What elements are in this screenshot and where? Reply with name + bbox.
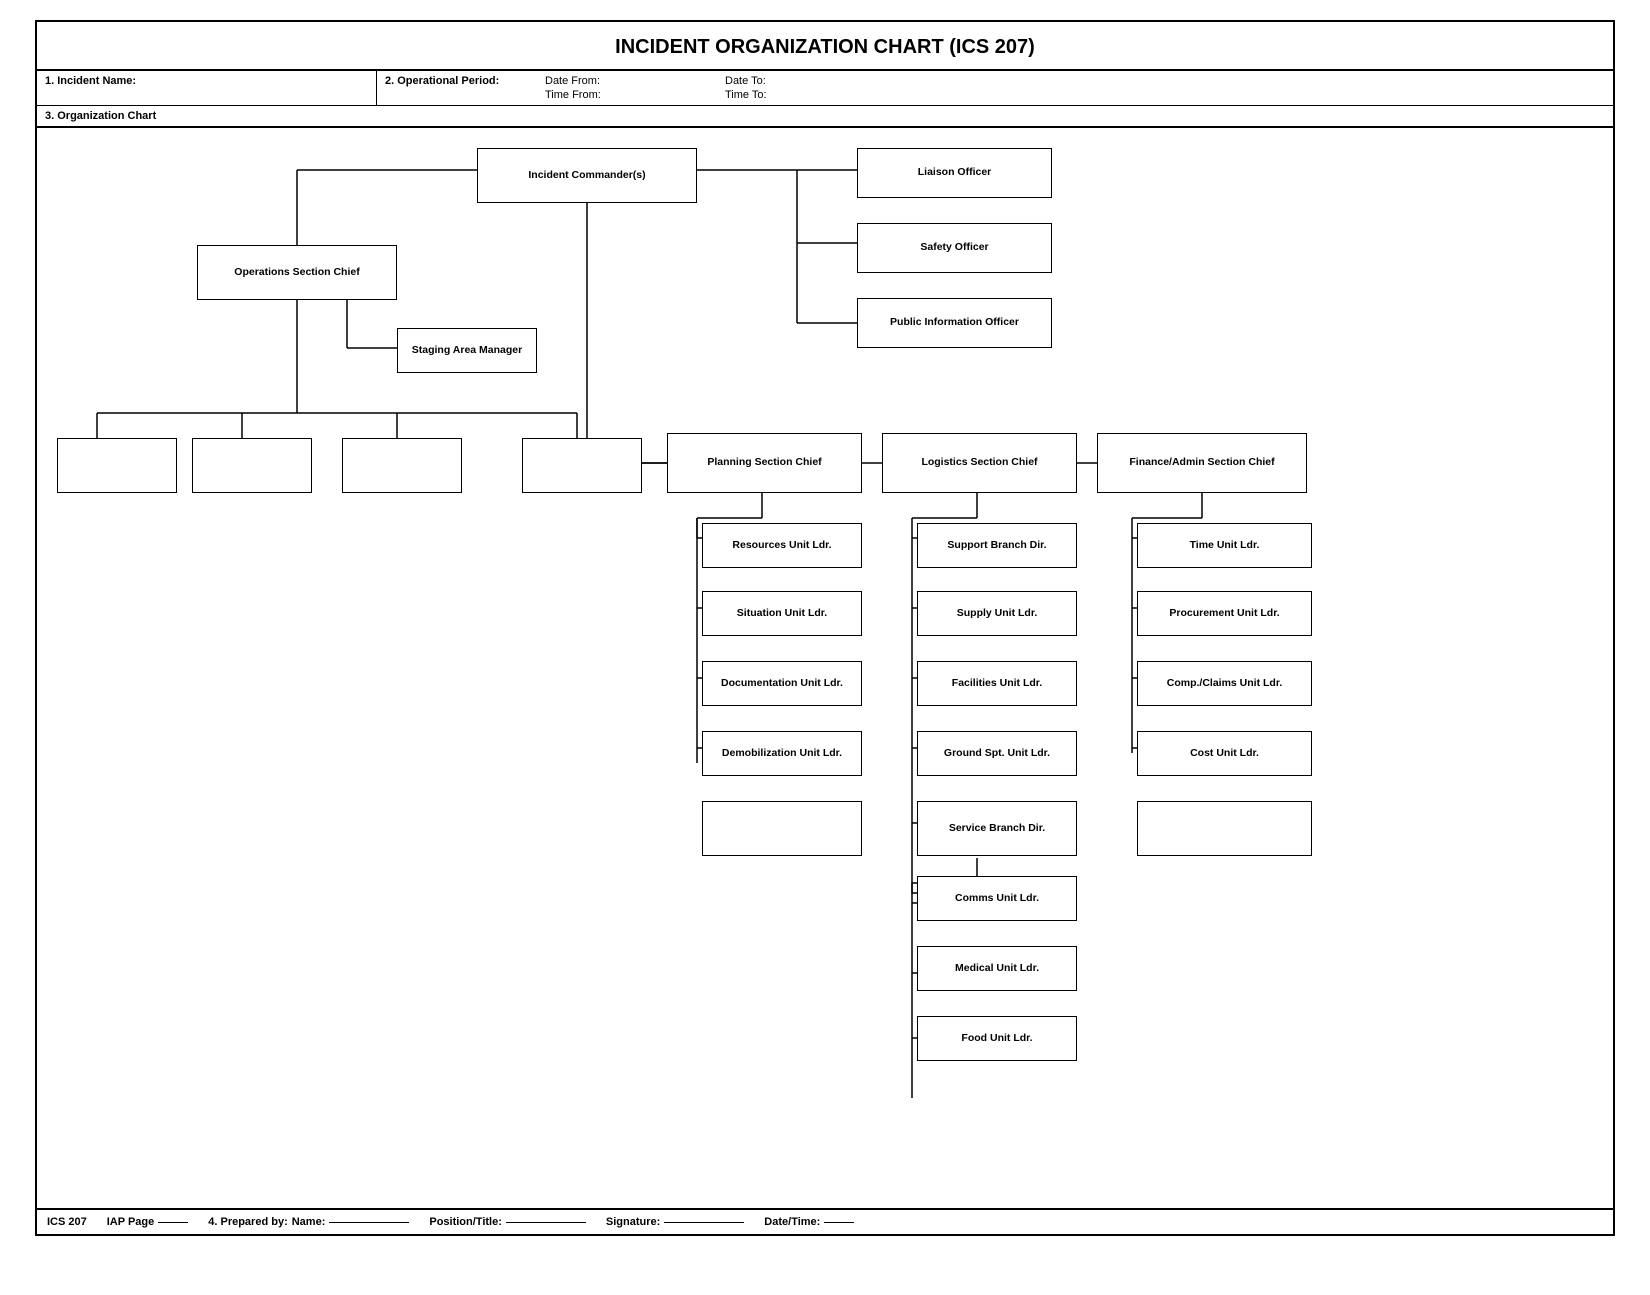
- public-info-officer-box: Public Information Officer: [857, 298, 1052, 348]
- position-title-label: Position/Title:: [429, 1216, 502, 1228]
- finance-empty-box: [1137, 801, 1312, 856]
- safety-officer-box: Safety Officer: [857, 223, 1052, 273]
- page-container: INCIDENT ORGANIZATION CHART (ICS 207) 1.…: [35, 20, 1615, 1236]
- logistics-section-chief-box: Logistics Section Chief: [882, 433, 1077, 493]
- facilities-unit-ldr-box: Facilities Unit Ldr.: [917, 661, 1077, 706]
- liaison-officer-box: Liaison Officer: [857, 148, 1052, 198]
- cost-unit-ldr-box: Cost Unit Ldr.: [1137, 731, 1312, 776]
- prepared-by-label: 4. Prepared by:: [208, 1216, 287, 1228]
- signature-field: Signature:: [606, 1216, 744, 1228]
- ground-spt-unit-ldr-box: Ground Spt. Unit Ldr.: [917, 731, 1077, 776]
- planning-empty-box: [702, 801, 862, 856]
- iap-label: IAP Page: [107, 1216, 155, 1228]
- finance-admin-section-chief-box: Finance/Admin Section Chief: [1097, 433, 1307, 493]
- iap-page-value[interactable]: [158, 1222, 188, 1223]
- comms-unit-ldr-box: Comms Unit Ldr.: [917, 876, 1077, 921]
- planning-section-chief-box: Planning Section Chief: [667, 433, 862, 493]
- name-value[interactable]: [329, 1222, 409, 1223]
- date-time-value[interactable]: [824, 1222, 854, 1223]
- chart-area: Incident Commander(s) Liaison Officer Sa…: [37, 128, 1613, 1208]
- incident-commander-box: Incident Commander(s): [477, 148, 697, 203]
- org-chart-label: 3. Organization Chart: [45, 110, 156, 122]
- signature-value[interactable]: [664, 1222, 744, 1223]
- operational-period-section: 2. Operational Period: Date From: Date T…: [377, 71, 1613, 105]
- staging-area-manager-box: Staging Area Manager: [397, 328, 537, 373]
- date-from-label: Date From:: [545, 75, 725, 87]
- incident-name-label: 1. Incident Name:: [37, 71, 377, 105]
- iap-page-field: IAP Page: [107, 1216, 189, 1228]
- ops-sub-box-4: [522, 438, 642, 493]
- resources-unit-ldr-box: Resources Unit Ldr.: [702, 523, 862, 568]
- situation-unit-ldr-box: Situation Unit Ldr.: [702, 591, 862, 636]
- date-to-label: Date To:: [725, 75, 845, 87]
- org-chart-header: 3. Organization Chart: [37, 106, 1613, 128]
- demobilization-unit-ldr-box: Demobilization Unit Ldr.: [702, 731, 862, 776]
- operations-section-chief-box: Operations Section Chief: [197, 245, 397, 300]
- ops-sub-box-1: [57, 438, 177, 493]
- name-label: Name:: [292, 1216, 326, 1228]
- date-time-field: Date/Time:: [764, 1216, 854, 1228]
- support-branch-dir-box: Support Branch Dir.: [917, 523, 1077, 568]
- header-row-1: 1. Incident Name: 2. Operational Period:…: [37, 69, 1613, 106]
- prepared-by-field: 4. Prepared by: Name:: [208, 1216, 409, 1228]
- supply-unit-ldr-box: Supply Unit Ldr.: [917, 591, 1077, 636]
- date-time-label: Date/Time:: [764, 1216, 820, 1228]
- footer: ICS 207 IAP Page 4. Prepared by: Name: P…: [37, 1208, 1613, 1234]
- time-to-label: Time To:: [725, 89, 845, 101]
- service-branch-dir-box: Service Branch Dir.: [917, 801, 1077, 856]
- medical-unit-ldr-box: Medical Unit Ldr.: [917, 946, 1077, 991]
- ops-sub-box-3: [342, 438, 462, 493]
- documentation-unit-ldr-box: Documentation Unit Ldr.: [702, 661, 862, 706]
- ics-label: ICS 207: [47, 1216, 87, 1228]
- comp-claims-unit-ldr-box: Comp./Claims Unit Ldr.: [1137, 661, 1312, 706]
- position-title-value[interactable]: [506, 1222, 586, 1223]
- food-unit-ldr-box: Food Unit Ldr.: [917, 1016, 1077, 1061]
- procurement-unit-ldr-box: Procurement Unit Ldr.: [1137, 591, 1312, 636]
- time-from-label: Time From:: [545, 89, 725, 101]
- op-period-label: 2. Operational Period:: [385, 75, 545, 87]
- ops-sub-box-2: [192, 438, 312, 493]
- signature-label: Signature:: [606, 1216, 660, 1228]
- time-unit-ldr-box: Time Unit Ldr.: [1137, 523, 1312, 568]
- position-title-field: Position/Title:: [429, 1216, 586, 1228]
- page-title: INCIDENT ORGANIZATION CHART (ICS 207): [37, 22, 1613, 69]
